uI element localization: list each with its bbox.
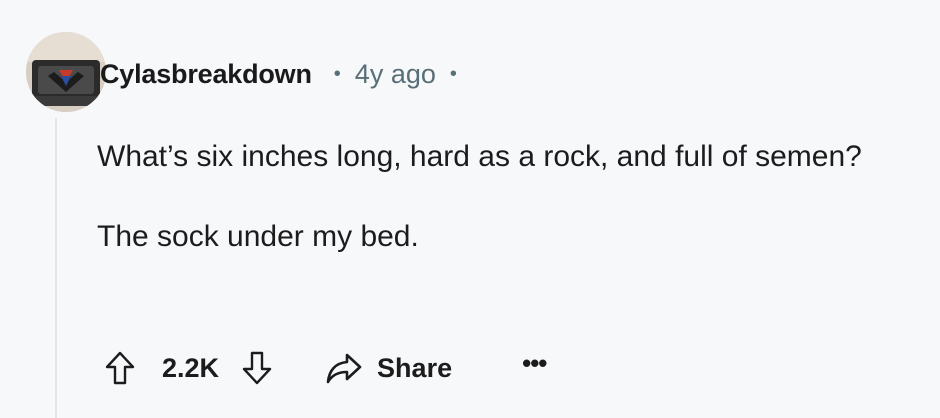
meta-separator-trailing: •	[449, 62, 457, 85]
comment-card: Cylasbreakdown • 4y ago • What’s six inc…	[0, 0, 940, 418]
avatar-image	[26, 32, 106, 112]
comment-paragraph: What’s six inches long, hard as a rock, …	[97, 140, 862, 173]
user-avatar[interactable]	[26, 32, 106, 112]
vote-count: 2.2K	[162, 352, 220, 383]
upvote-arrow-icon	[105, 351, 135, 385]
downvote-button[interactable]	[241, 350, 273, 386]
upvote-button[interactable]	[104, 350, 136, 386]
username-link[interactable]: Cylasbreakdown	[100, 59, 312, 90]
meta-separator: •	[333, 62, 341, 85]
downvote-arrow-icon	[242, 351, 272, 385]
comment-actions: 2.2K Share •••	[104, 344, 547, 392]
share-arrow-icon	[326, 353, 362, 384]
timestamp[interactable]: 4y ago	[355, 59, 436, 90]
more-options-icon[interactable]: •••	[522, 350, 547, 383]
comment-body: What’s six inches long, hard as a rock, …	[97, 132, 917, 262]
share-button[interactable]: Share	[325, 352, 452, 384]
comment-paragraph: The sock under my bed.	[97, 220, 419, 253]
share-label: Share	[377, 352, 453, 383]
thread-line[interactable]	[55, 118, 57, 418]
comment-header: Cylasbreakdown • 4y ago •	[100, 52, 457, 96]
